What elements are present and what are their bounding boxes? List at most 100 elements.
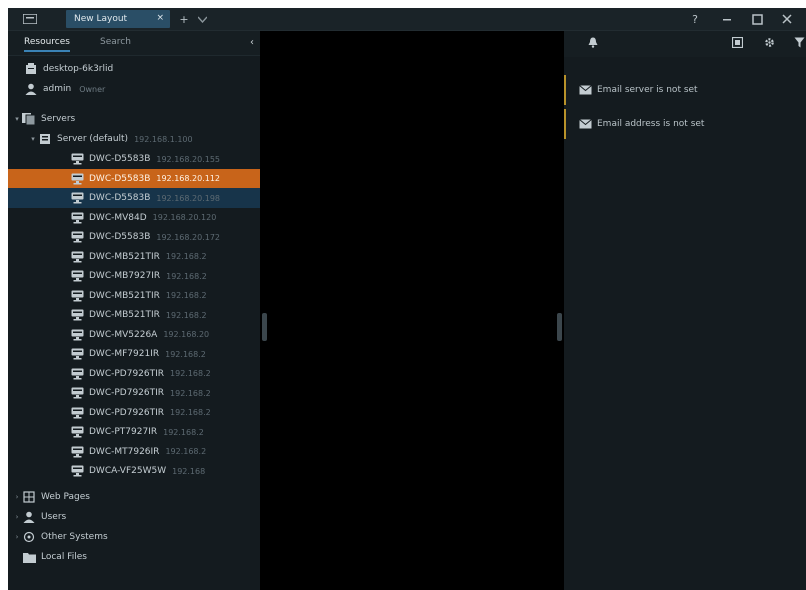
left-panel-resize-handle[interactable]	[262, 313, 267, 341]
tab-search[interactable]: Search	[100, 37, 131, 47]
help-icon[interactable]: ?	[688, 11, 702, 27]
expand-arrow-icon[interactable]: ▾	[28, 135, 38, 143]
tree-item-camera[interactable]: DWC-MF7921IR 192.168.2	[8, 344, 260, 364]
menu-icon[interactable]	[22, 11, 38, 27]
notification-item[interactable]: Email address is not set	[564, 109, 806, 139]
camera-label: DWCA-VF25W5W	[89, 466, 167, 476]
tree-item-camera[interactable]: DWC-MV5226A 192.168.20	[8, 325, 260, 345]
camera-label: DWC-D5583B	[89, 193, 151, 203]
camera-icon	[70, 426, 84, 438]
camera-ip: 192.168.2	[165, 349, 206, 359]
tab-resources[interactable]: Resources	[24, 37, 70, 52]
add-tab-icon[interactable]: +	[178, 11, 190, 27]
collapse-panel-button[interactable]: ‹	[250, 37, 254, 48]
camera-label: DWC-MB521TIR	[89, 310, 160, 320]
other-systems-icon	[22, 531, 36, 543]
layout-view[interactable]	[260, 31, 564, 590]
close-icon[interactable]	[780, 11, 794, 27]
camera-icon	[70, 465, 84, 477]
tree-item-camera[interactable]: DWC-MB521TIR 192.168.2	[8, 286, 260, 306]
notifications-icon[interactable]	[588, 37, 598, 51]
camera-label: DWC-PD7926TIR	[89, 407, 165, 418]
expand-arrow-icon[interactable]: ▾	[12, 115, 22, 123]
tree-item-camera[interactable]: DWC-MB521TIR 192.168.2	[8, 305, 260, 325]
tree-item-camera[interactable]: DWC-D5583B 192.168.20.112	[8, 168, 260, 189]
tree-item-camera[interactable]: DWC-D5583B 192.168.20.155	[8, 149, 260, 169]
expand-arrow-icon[interactable]: ›	[12, 513, 22, 521]
filter-icon[interactable]	[794, 37, 805, 51]
tree-item-local-files[interactable]: Local Files	[8, 547, 260, 567]
camera-icon	[70, 387, 84, 399]
tree-item-users[interactable]: › Users	[8, 507, 260, 527]
tree-item-camera[interactable]: DWC-D5583B 192.168.20.198	[8, 188, 260, 208]
tree-item-camera[interactable]: DWC-MV84D 192.168.20.120	[8, 208, 260, 228]
local-files-label: Local Files	[41, 552, 87, 562]
camera-ip: 192.168.20.172	[156, 232, 220, 242]
tab-new-layout[interactable]: New Layout ×	[66, 10, 170, 28]
title-bar: New Layout × + ?	[8, 8, 806, 31]
tree-item-camera[interactable]: DWCA-VF25W5W 192.168	[8, 461, 260, 481]
tree-item-camera[interactable]: DWC-PT7927IR 192.168.2	[8, 422, 260, 442]
camera-icon	[70, 192, 84, 204]
notification-item[interactable]: Email server is not set	[564, 75, 806, 105]
camera-icon	[70, 329, 84, 341]
camera-label: DWC-D5583B	[89, 154, 151, 164]
camera-ip: 192.168.2	[165, 310, 207, 320]
camera-icon	[70, 407, 84, 419]
tree-item-camera[interactable]: DWC-MT7926IR 192.168.2	[8, 442, 260, 462]
camera-icon	[70, 348, 84, 360]
servers-group-label: Servers	[41, 114, 76, 124]
camera-ip: 192.168	[172, 466, 206, 476]
app-window: New Layout × + ? Resources Search ‹ desk…	[8, 8, 806, 590]
server-node-icon	[38, 133, 52, 145]
minimize-icon[interactable]	[720, 11, 734, 27]
camera-icon	[70, 309, 84, 321]
users-label: Users	[41, 512, 67, 522]
tree-item-servers[interactable]: ▾ Servers	[8, 109, 260, 129]
tree-item-server-node[interactable]: ▾ Server (default) 192.168.1.100	[8, 129, 260, 149]
camera-ip: 192.168.20.112	[156, 174, 220, 183]
tree-item-current-server[interactable]: desktop-6k3rlid	[8, 59, 260, 79]
tree-item-camera[interactable]: DWC-MB7927IR 192.168.2	[8, 266, 260, 286]
camera-label: DWC-MB521TIR	[89, 290, 160, 301]
camera-icon	[70, 173, 84, 185]
user-icon	[24, 83, 38, 95]
web-page-icon	[22, 491, 36, 503]
tree-item-user[interactable]: admin Owner	[8, 79, 260, 99]
notification-text: Email address is not set	[597, 119, 705, 129]
camera-ip: 192.168.20.120	[152, 213, 217, 222]
resource-panel: Resources Search ‹ desktop-6k3rlid admin…	[8, 31, 260, 590]
settings-icon[interactable]	[764, 37, 775, 51]
tree-item-other-systems[interactable]: › Other Systems	[8, 527, 260, 547]
tree-item-camera[interactable]: DWC-PD7926TIR 192.168.2	[8, 364, 260, 384]
folder-icon	[22, 551, 36, 563]
tree-item-camera[interactable]: DWC-MB521TIR 192.168.2	[8, 247, 260, 267]
user-role-label: Owner	[79, 84, 106, 94]
tree-item-camera[interactable]: DWC-D5583B 192.168.20.172	[8, 227, 260, 247]
camera-label: DWC-MV5226A	[89, 329, 158, 340]
maximize-icon[interactable]	[750, 11, 764, 27]
tree-item-camera[interactable]: DWC-PD7926TIR 192.168.2	[8, 383, 260, 403]
camera-icon	[70, 446, 84, 458]
camera-ip: 192.168.20	[163, 330, 210, 339]
tree-item-web-pages[interactable]: › Web Pages	[8, 487, 260, 507]
camera-ip: 192.168.2	[170, 369, 211, 378]
camera-ip: 192.168.2	[166, 271, 207, 281]
camera-label: DWC-PD7926TIR	[89, 388, 165, 398]
camera-icon	[70, 270, 84, 282]
camera-label: DWC-MB521TIR	[89, 251, 160, 262]
users-icon	[22, 511, 36, 523]
tab-close-icon[interactable]: ×	[156, 13, 164, 23]
tab-list-icon[interactable]	[196, 11, 208, 27]
camera-ip: 192.168.2	[170, 388, 211, 398]
camera-icon	[70, 251, 84, 263]
right-panel-resize-handle[interactable]	[557, 313, 562, 341]
tree-item-camera[interactable]: DWC-PD7926TIR 192.168.2	[8, 403, 260, 423]
camera-label: DWC-MF7921IR	[89, 349, 160, 359]
servers-group-icon	[22, 113, 36, 125]
expand-arrow-icon[interactable]: ›	[12, 533, 22, 541]
camera-ip: 192.168.2	[165, 447, 207, 456]
web-pages-label: Web Pages	[41, 492, 90, 502]
expand-arrow-icon[interactable]: ›	[12, 493, 22, 501]
video-wall-icon[interactable]	[731, 36, 744, 51]
